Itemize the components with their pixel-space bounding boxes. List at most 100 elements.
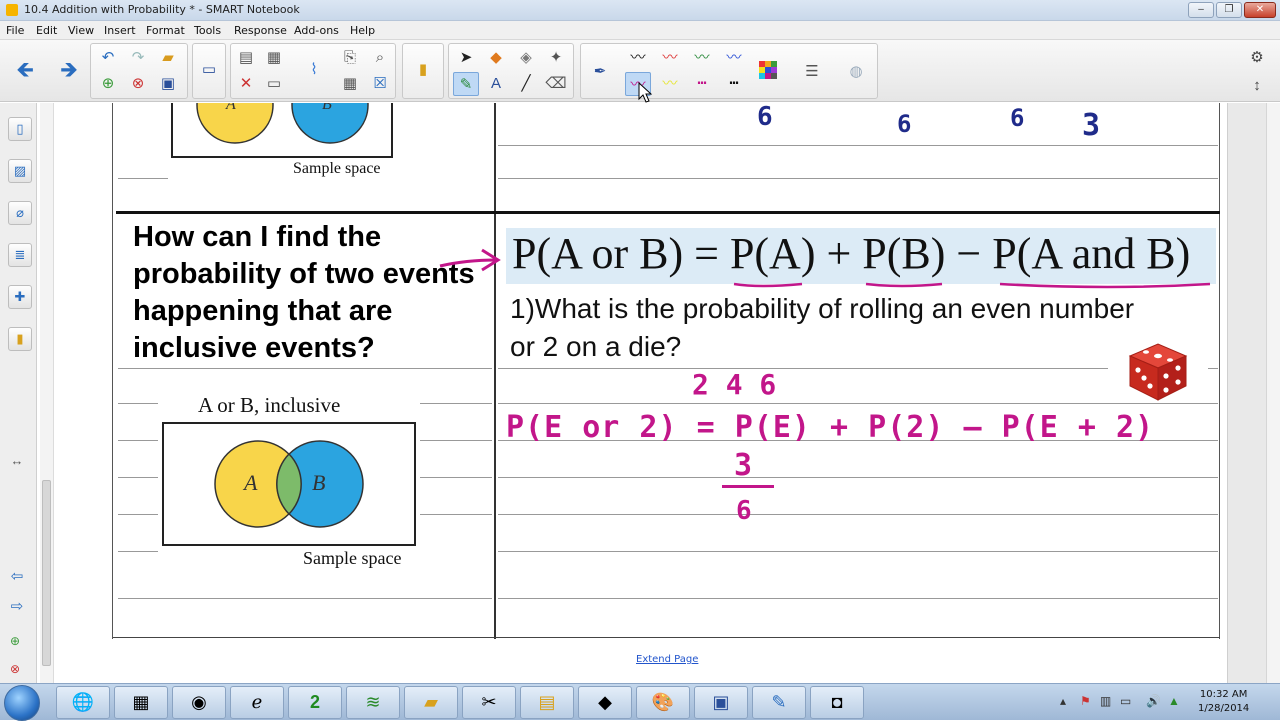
ruled-line [118, 598, 492, 599]
page-sorter-tab-icon[interactable]: ▯ [8, 117, 32, 141]
eraser-icon[interactable]: ◈ [513, 46, 539, 70]
screen-capture-icon[interactable]: ▭ [261, 72, 287, 96]
paste-icon[interactable]: ▤ [233, 46, 259, 70]
toolbar-group-gallery: ▮ [402, 43, 444, 99]
ruled-line [420, 440, 492, 441]
cancel-icon[interactable]: ✕ [233, 72, 259, 96]
pens-icon[interactable]: ✎ [453, 72, 479, 96]
undo-icon[interactable]: ↶ [95, 46, 121, 70]
fill-icon[interactable]: ✦ [543, 46, 569, 70]
sidebar-previous-icon[interactable]: ⇦ [4, 565, 30, 589]
previous-page-icon[interactable]: 🡸 [12, 58, 38, 82]
menu-tools[interactable]: Tools [194, 24, 221, 37]
next-page-icon[interactable]: 🡺 [56, 58, 82, 82]
line-icon[interactable]: ╱ [513, 72, 539, 96]
menu-addons[interactable]: Add-ons [294, 24, 339, 37]
venn-diagram-inclusive: A B [162, 422, 416, 546]
gallery-icon[interactable]: ▮ [410, 58, 436, 82]
taskbar-app-2-icon[interactable]: 2 [288, 686, 342, 719]
mouse-cursor-icon [638, 82, 652, 103]
color-palette-icon[interactable] [755, 60, 781, 84]
tray-expand-icon[interactable]: ▴ [1060, 694, 1066, 708]
menu-format[interactable]: Format [146, 24, 185, 37]
wifi-icon[interactable]: ⌇ [301, 58, 327, 82]
close-box-icon[interactable]: ☒ [367, 72, 393, 96]
taskbar-recorder-icon[interactable]: ◘ [810, 686, 864, 719]
taskbar-internet-explorer-icon[interactable]: ℯ [230, 686, 284, 719]
minimize-button[interactable]: – [1188, 2, 1214, 18]
close-button[interactable]: ✕ [1244, 2, 1276, 18]
tray-network-icon[interactable]: ▥ [1100, 694, 1111, 708]
addons-tab-icon[interactable]: ✚ [8, 285, 32, 309]
line-style-icon[interactable]: ☰ [799, 60, 825, 84]
table-icon[interactable]: ▦ [337, 72, 363, 96]
tray-display-icon[interactable]: ▭ [1120, 694, 1131, 708]
pen-tool-icon[interactable]: ✒ [587, 60, 613, 84]
transparency-icon[interactable]: ◍ [843, 60, 869, 84]
arrow-annotation [439, 248, 501, 272]
ruled-line [118, 178, 168, 179]
problem-text: 1)What is the probability of rolling an … [510, 293, 1135, 362]
pen-magenta-dash-icon[interactable]: ┅ [689, 72, 715, 96]
menu-help[interactable]: Help [350, 24, 375, 37]
pen-blue-icon[interactable]: 〰 [721, 46, 747, 70]
shapes-icon[interactable]: ◆ [483, 46, 509, 70]
select-arrow-icon[interactable]: ➤ [453, 46, 479, 70]
eraser-2-icon[interactable]: ⌫ [543, 72, 569, 96]
taskbar-remote-desktop-icon[interactable]: ▣ [694, 686, 748, 719]
taskbar-chrome-icon[interactable]: ◉ [172, 686, 226, 719]
settings-gear-icon[interactable]: ⚙ [1244, 46, 1270, 70]
highlighter-yellow-icon[interactable]: 〰 [657, 72, 683, 96]
extend-page-link[interactable]: Extend Page [636, 654, 698, 665]
pen-red-icon[interactable]: 〰 [657, 46, 683, 70]
taskbar-sticky-notes-icon[interactable]: ▰ [404, 686, 458, 719]
pen-green-icon[interactable]: 〰 [689, 46, 715, 70]
handwritten-number: 6 [757, 102, 773, 132]
tray-security-icon[interactable]: ⚑ [1080, 694, 1091, 708]
open-file-icon[interactable]: ▰ [155, 46, 181, 70]
search-icon[interactable]: ⌕ [367, 46, 393, 70]
menu-file[interactable]: File [6, 24, 24, 37]
pen-black-dash-icon[interactable]: ┅ [721, 72, 747, 96]
windows-taskbar: 🌐 ▦ ◉ ℯ 2 ≋ ▰ ✂ ▤ ◆ 🎨 ▣ ✎ ◘ ▴ ⚑ ▥ ▭ 🔊 ▲ … [0, 683, 1280, 721]
attachments-tab-icon[interactable]: ⌀ [8, 201, 32, 225]
tray-volume-icon[interactable]: 🔊 [1146, 694, 1161, 708]
move-sidebar-icon[interactable]: ↔ [4, 449, 30, 473]
redo-icon[interactable]: ↷ [125, 46, 151, 70]
save-icon[interactable]: ▣ [155, 72, 181, 96]
menu-response[interactable]: Response [234, 24, 287, 37]
taskbar-snipping-tool-icon[interactable]: ✂ [462, 686, 516, 719]
delete-page-icon[interactable]: ⊗ [125, 72, 151, 96]
sidebar-next-icon[interactable]: ⇨ [4, 595, 30, 619]
taskbar-spotify-icon[interactable]: ≋ [346, 686, 400, 719]
text-icon[interactable]: A [483, 72, 509, 96]
lesson-activity-tab-icon[interactable]: ▮ [8, 327, 32, 351]
taskbar-app-icon[interactable]: ◆ [578, 686, 632, 719]
maximize-button[interactable]: ❐ [1216, 2, 1242, 18]
menu-edit[interactable]: Edit [36, 24, 57, 37]
move-toolbar-icon[interactable]: ↕ [1244, 74, 1270, 98]
add-page-icon[interactable]: ⊕ [95, 72, 121, 96]
tray-drive-icon[interactable]: ▲ [1168, 694, 1180, 708]
gallery-tab-icon[interactable]: ▨ [8, 159, 32, 183]
properties-tab-icon[interactable]: ≣ [8, 243, 32, 267]
taskbar-paint-icon[interactable]: 🎨 [636, 686, 690, 719]
taskbar-file-explorer-icon[interactable]: ▤ [520, 686, 574, 719]
taskbar-browser-globe-icon[interactable]: 🌐 [56, 686, 110, 719]
start-button[interactable] [4, 685, 40, 721]
screen-shade-icon[interactable]: ▭ [196, 58, 222, 82]
taskbar-clock[interactable]: 10:32 AM 1/28/2014 [1198, 688, 1249, 716]
scrollbar-thumb[interactable] [42, 480, 51, 666]
menu-view[interactable]: View [68, 24, 94, 37]
menu-insert[interactable]: Insert [104, 24, 136, 37]
title-bar: 10.4 Addition with Probability * - SMART… [0, 0, 1280, 21]
toolbar-group-draw: ➤ ◆ ◈ ✦ ✎ A ╱ ⌫ [448, 43, 574, 99]
capture-icon[interactable]: ⎘ [337, 46, 363, 70]
camera-icon[interactable]: ▦ [261, 46, 287, 70]
pen-black-icon[interactable]: 〰 [625, 46, 651, 70]
taskbar-calculator-icon[interactable]: ▦ [114, 686, 168, 719]
venn-b-label: B [312, 470, 325, 495]
sidebar-delete-page-icon[interactable]: ⊗ [2, 657, 28, 681]
sidebar-add-page-icon[interactable]: ⊕ [2, 629, 28, 653]
taskbar-smart-notebook-icon[interactable]: ✎ [752, 686, 806, 719]
